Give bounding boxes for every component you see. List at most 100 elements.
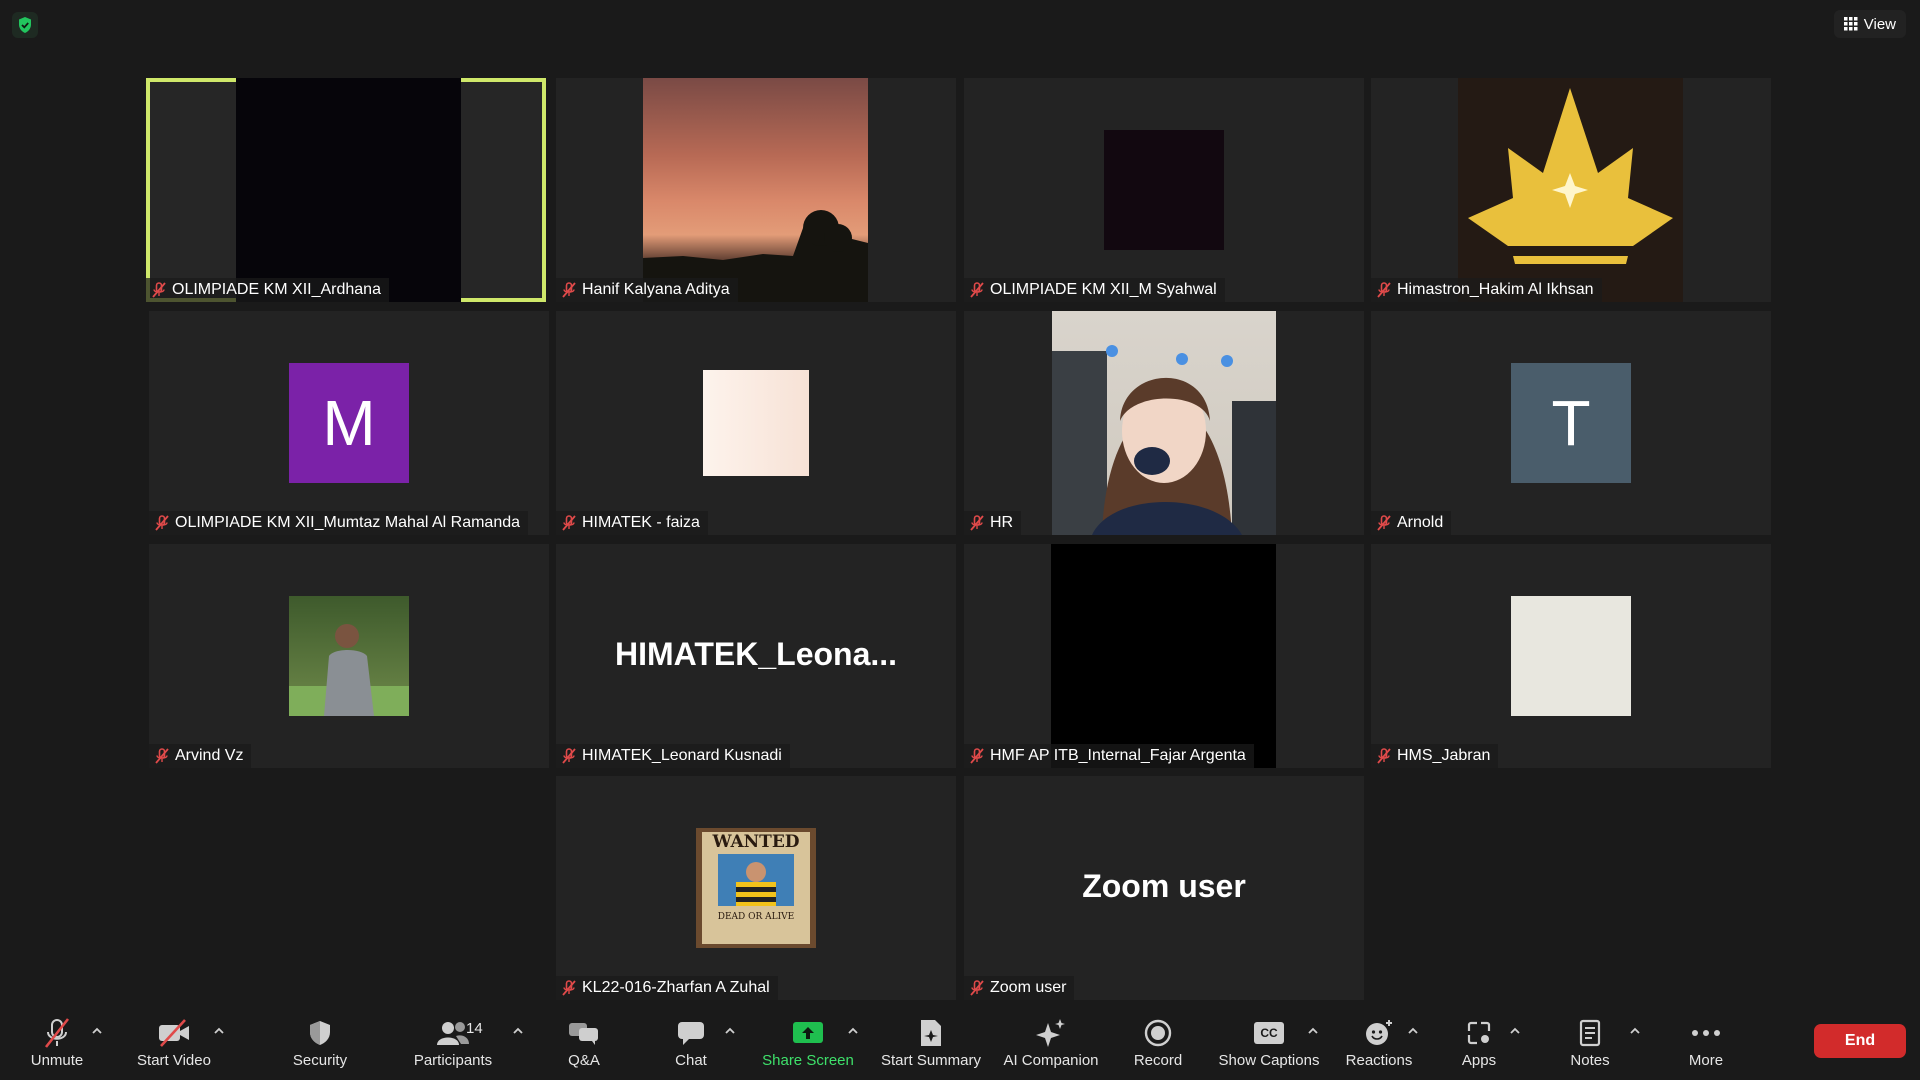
participant-name-tag: OLIMPIADE KM XII_M Syahwal xyxy=(964,278,1225,302)
record-button[interactable]: Record xyxy=(1132,1016,1184,1076)
participant-name: Zoom user xyxy=(990,979,1067,996)
profile-photo xyxy=(289,596,409,716)
security-label: Security xyxy=(292,1052,348,1069)
ai-companion-label: AI Companion xyxy=(1003,1052,1099,1069)
chat-button[interactable]: Chat xyxy=(670,1016,712,1076)
video-feed xyxy=(1051,544,1276,768)
chevron-up-icon[interactable] xyxy=(212,1026,226,1036)
participants-button[interactable]: 14 Participants xyxy=(408,1016,498,1076)
participant-name-tag: HIMATEK - faiza xyxy=(556,511,708,535)
video-tile[interactable]: HIMATEK - faiza xyxy=(556,311,956,535)
chevron-up-icon[interactable] xyxy=(1508,1026,1522,1036)
reactions-label: Reactions xyxy=(1345,1052,1413,1069)
chat-label: Chat xyxy=(675,1052,707,1069)
chevron-up-icon[interactable] xyxy=(90,1026,104,1036)
participant-name-tag: OLIMPIADE KM XII_Mumtaz Mahal Al Ramanda xyxy=(149,511,529,535)
video-tile[interactable]: HMS_Jabran xyxy=(1371,544,1771,768)
notes-button[interactable]: Notes xyxy=(1566,1016,1614,1076)
participant-name: Himastron_Hakim Al Ikhsan xyxy=(1397,281,1594,298)
participant-name-tag: KL22-016-Zharfan A Zuhal xyxy=(556,976,778,1000)
profile-picture xyxy=(1511,596,1631,716)
encryption-shield-icon[interactable] xyxy=(12,12,38,38)
apps-button[interactable]: Apps xyxy=(1458,1016,1500,1076)
start-summary-button[interactable]: Start Summary xyxy=(878,1016,984,1076)
mic-muted-icon xyxy=(155,515,169,531)
wanted-poster-picture: WANTED DEAD OR ALIVE xyxy=(696,828,816,948)
participant-name: Arnold xyxy=(1397,514,1444,531)
more-button[interactable]: More xyxy=(1686,1016,1726,1076)
participant-name: HIMATEK - faiza xyxy=(582,514,700,531)
crown-logo xyxy=(1458,78,1683,302)
video-tile[interactable]: HR xyxy=(964,311,1364,535)
end-meeting-button[interactable]: End xyxy=(1814,1024,1906,1058)
video-tile[interactable]: T Arnold xyxy=(1371,311,1771,535)
video-tile[interactable]: Arvind Vz xyxy=(149,544,549,768)
qa-button[interactable]: Q&A xyxy=(562,1016,606,1076)
participant-name-tag: Himastron_Hakim Al Ikhsan xyxy=(1371,278,1602,302)
mic-muted-icon xyxy=(155,748,169,764)
video-tile[interactable]: HMF AP ITB_Internal_Fajar Argenta xyxy=(964,544,1364,768)
chevron-up-icon[interactable] xyxy=(1406,1026,1420,1036)
summary-icon xyxy=(921,1020,941,1046)
share-screen-icon xyxy=(793,1022,823,1043)
show-captions-label: Show Captions xyxy=(1218,1052,1320,1069)
mic-muted-icon xyxy=(152,282,166,298)
ai-companion-button[interactable]: AI Companion xyxy=(1000,1016,1102,1076)
chevron-up-icon[interactable] xyxy=(511,1026,525,1036)
unmute-label: Unmute xyxy=(30,1052,84,1069)
start-video-button[interactable]: Start Video xyxy=(134,1016,214,1076)
notes-label: Notes xyxy=(1570,1052,1610,1069)
apps-label: Apps xyxy=(1461,1052,1497,1069)
qa-icon xyxy=(569,1023,598,1045)
mic-muted-icon xyxy=(970,282,984,298)
more-dots-icon xyxy=(1692,1030,1720,1036)
participant-name: OLIMPIADE KM XII_Mumtaz Mahal Al Ramanda xyxy=(175,514,521,531)
chevron-up-icon[interactable] xyxy=(1306,1026,1320,1036)
unmute-button[interactable]: Unmute xyxy=(24,1016,90,1076)
video-tile[interactable]: OLIMPIADE KM XII_Ardhana xyxy=(146,78,546,302)
ai-sparkle-icon xyxy=(1036,1019,1065,1047)
share-screen-button[interactable]: Share Screen xyxy=(762,1016,854,1076)
qa-label: Q&A xyxy=(568,1052,600,1069)
mic-muted-icon xyxy=(1377,748,1391,764)
participant-name: HMF AP ITB_Internal_Fajar Argenta xyxy=(990,747,1246,764)
mic-muted-icon xyxy=(562,515,576,531)
video-tile[interactable]: Zoom user Zoom user xyxy=(964,776,1364,1000)
start-summary-label: Start Summary xyxy=(880,1052,982,1069)
participant-display-name: Zoom user xyxy=(1082,868,1246,904)
start-video-label: Start Video xyxy=(137,1052,211,1069)
video-tile[interactable]: HIMATEK_Leona... HIMATEK_Leonard Kusnadi xyxy=(556,544,956,768)
mic-muted-icon xyxy=(1377,515,1391,531)
chevron-up-icon[interactable] xyxy=(723,1026,737,1036)
video-tile[interactable]: Hanif Kalyana Aditya xyxy=(556,78,956,302)
participant-name-tag: HR xyxy=(964,511,1022,535)
shield-icon xyxy=(310,1021,330,1045)
video-tile[interactable]: Himastron_Hakim Al Ikhsan xyxy=(1371,78,1771,302)
show-captions-button[interactable]: CC Show Captions xyxy=(1218,1016,1320,1076)
view-button[interactable]: View xyxy=(1833,10,1906,38)
mic-muted-icon xyxy=(970,515,984,531)
chevron-up-icon[interactable] xyxy=(846,1026,860,1036)
participant-name-tag: HMS_Jabran xyxy=(1371,744,1499,768)
profile-photo xyxy=(1052,311,1276,535)
participant-name: OLIMPIADE KM XII_Ardhana xyxy=(172,281,381,298)
participant-name: Hanif Kalyana Aditya xyxy=(582,281,730,298)
record-icon xyxy=(1144,1019,1172,1047)
security-button[interactable]: Security xyxy=(286,1016,354,1076)
reactions-button[interactable]: Reactions xyxy=(1344,1016,1414,1076)
chat-icon xyxy=(678,1022,704,1045)
mic-muted-icon xyxy=(970,748,984,764)
meeting-toolbar: Unmute Start Video Security 14 Participa… xyxy=(0,1010,1920,1080)
profile-picture xyxy=(1104,130,1224,250)
participant-name-tag: OLIMPIADE KM XII_Ardhana xyxy=(146,278,389,302)
poster-subtitle: DEAD OR ALIVE xyxy=(717,912,795,922)
chevron-up-icon[interactable] xyxy=(1628,1026,1642,1036)
participant-name-tag: HIMATEK_Leonard Kusnadi xyxy=(556,744,790,768)
participant-name-tag: Zoom user xyxy=(964,976,1075,1000)
avatar: T xyxy=(1511,363,1631,483)
participant-name-tag: Hanif Kalyana Aditya xyxy=(556,278,738,302)
video-tile[interactable]: WANTED DEAD OR ALIVE KL22-016-Zharfan A … xyxy=(556,776,956,1000)
video-tile[interactable]: OLIMPIADE KM XII_M Syahwal xyxy=(964,78,1364,302)
video-tile[interactable]: M OLIMPIADE KM XII_Mumtaz Mahal Al Raman… xyxy=(149,311,549,535)
participants-count: 14 xyxy=(466,1020,483,1037)
